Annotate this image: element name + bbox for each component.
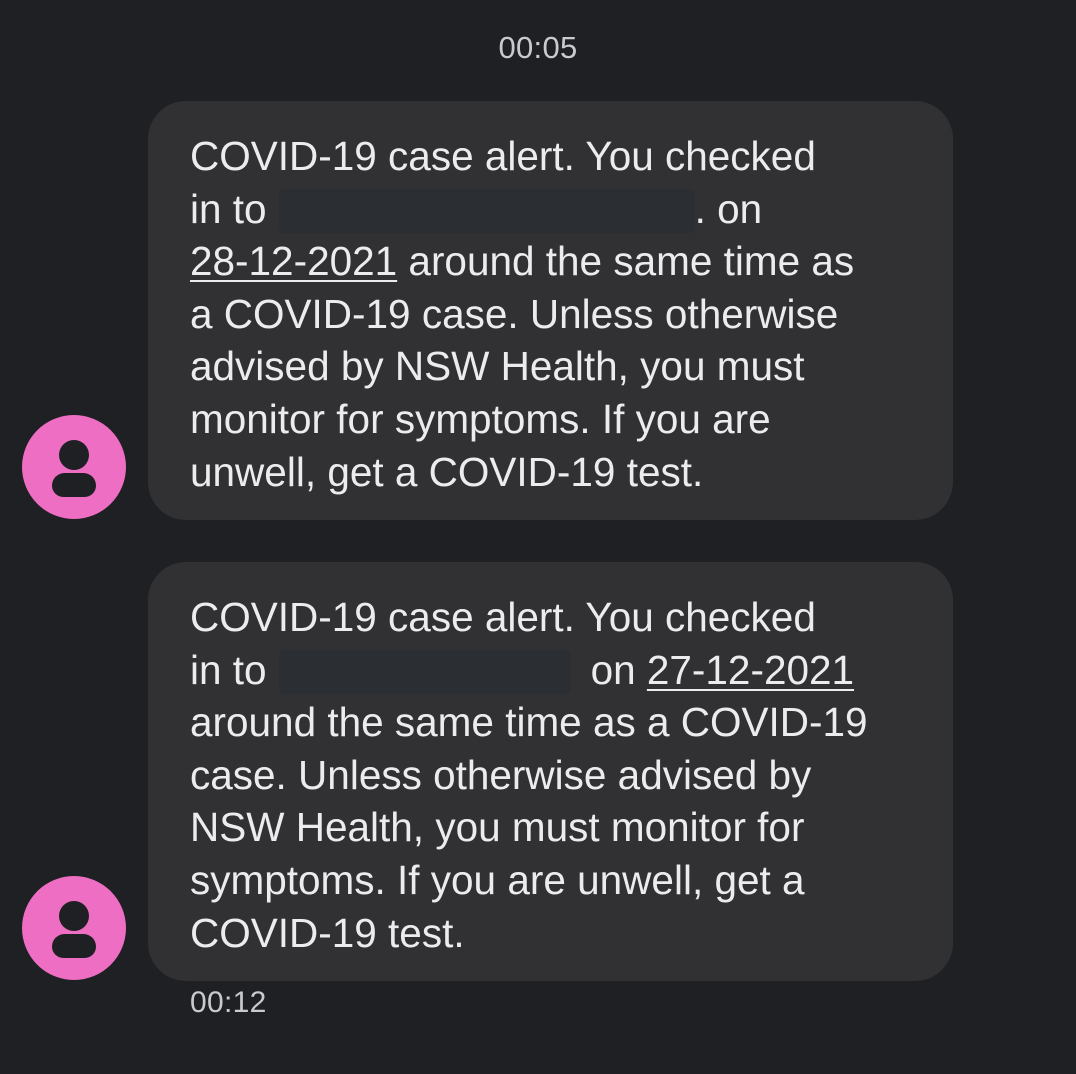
message-text: in to [190, 646, 267, 693]
message-line: advised by NSW Health, you must [190, 343, 805, 390]
message-line: unwell, get a COVID-19 test. [190, 448, 704, 495]
sender-avatar[interactable] [22, 415, 126, 519]
date-link[interactable]: 27-12-2021 [647, 647, 854, 693]
message-line: 28-12-2021 around the same time as [190, 235, 913, 288]
message-timestamp: 00:12 [190, 986, 267, 1019]
message-line: monitor for symptoms. If you are [190, 395, 771, 442]
message-text: on [590, 646, 647, 693]
message-line: symptoms. If you are unwell, get a [190, 856, 805, 903]
message-bubble[interactable]: COVID-19 case alert. You checked in to . … [148, 101, 953, 520]
message-bubble[interactable]: COVID-19 case alert. You checked in to on… [148, 562, 953, 981]
redacted-venue [278, 649, 571, 694]
message-line: around the same time as a COVID-19 [190, 699, 868, 746]
message-line: case. Unless otherwise advised by [190, 751, 812, 798]
message-line: NSW Health, you must monitor for [190, 804, 805, 851]
message-text: around the same time as [397, 238, 855, 285]
message-line: a COVID-19 case. Unless otherwise [190, 290, 839, 337]
sender-avatar[interactable] [22, 876, 126, 980]
message-line: COVID-19 test. [190, 909, 465, 956]
message-line: COVID-19 case alert. You checked [190, 594, 816, 640]
message-line: in to . on [190, 183, 913, 236]
message-line: in to on 27-12-2021 [190, 644, 913, 697]
message-text: in to [190, 185, 267, 232]
message-text: . on [694, 185, 763, 232]
message-timestamp: 00:05 [498, 30, 578, 65]
date-link[interactable]: 28-12-2021 [190, 238, 397, 284]
redacted-venue [278, 188, 695, 233]
conversation-view: 00:05 COVID-19 case alert. You checked i… [0, 0, 1076, 1074]
message-line: COVID-19 case alert. You checked [190, 133, 816, 179]
